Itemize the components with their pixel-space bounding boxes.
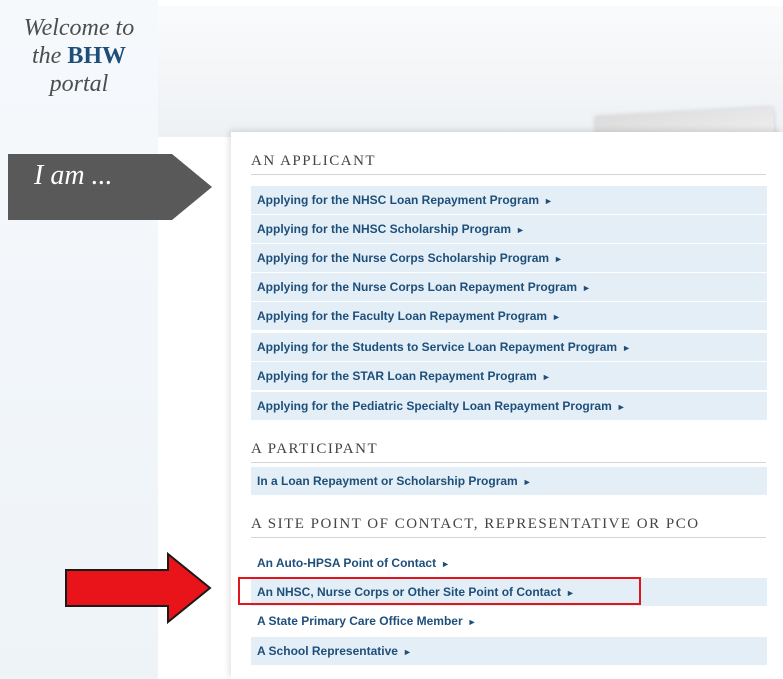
play-arrow-icon: ► <box>522 477 532 487</box>
play-arrow-icon: ► <box>541 372 551 382</box>
section-title-applicant: AN APPLICANT <box>251 153 766 175</box>
link-faculty-loan-repayment[interactable]: Applying for the Faculty Loan Repayment … <box>251 302 767 330</box>
link-auto-hpsa-poc[interactable]: An Auto-HPSA Point of Contact ► <box>251 549 767 577</box>
welcome-line-1: Welcome to <box>23 15 135 41</box>
link-loan-repayment-or-scholarship[interactable]: In a Loan Repayment or Scholarship Progr… <box>251 467 767 495</box>
play-arrow-icon: ► <box>554 254 563 264</box>
play-arrow-icon: ► <box>622 343 631 353</box>
highlight-box <box>238 577 641 605</box>
top-line <box>158 0 783 6</box>
link-students-to-service[interactable]: Applying for the Students to Service Loa… <box>251 333 767 361</box>
link-star-loan-repayment[interactable]: Applying for the STAR Loan Repayment Pro… <box>251 362 767 390</box>
link-nhsc-scholarship[interactable]: Applying for the NHSC Scholarship Progra… <box>251 215 767 243</box>
welcome-line-2: the BHW <box>14 42 144 70</box>
play-arrow-icon: ► <box>402 647 412 657</box>
play-arrow-icon: ► <box>582 283 591 293</box>
link-school-representative[interactable]: A School Representative ► <box>251 637 767 665</box>
play-arrow-icon: ► <box>516 225 525 235</box>
link-pediatric-specialty[interactable]: Applying for the Pediatric Specialty Loa… <box>251 392 767 420</box>
section-title-participant: A PARTICIPANT <box>251 441 766 463</box>
red-pointer-arrow-icon <box>64 551 214 629</box>
welcome-line-3: portal <box>49 71 109 97</box>
play-arrow-icon: ► <box>616 402 626 412</box>
play-arrow-icon: ► <box>544 196 553 206</box>
section-title-site: A SITE POINT OF CONTACT, REPRESENTATIVE … <box>251 516 766 538</box>
link-nurse-corps-loan-repayment[interactable]: Applying for the Nurse Corps Loan Repaym… <box>251 273 767 301</box>
play-arrow-icon: ► <box>467 617 477 627</box>
link-state-pco-member[interactable]: A State Primary Care Office Member ► <box>251 607 767 635</box>
link-nurse-corps-scholarship[interactable]: Applying for the Nurse Corps Scholarship… <box>251 244 767 272</box>
welcome-the: the <box>31 43 62 69</box>
play-arrow-icon: ► <box>441 559 451 569</box>
brand-name: BHW <box>67 43 126 69</box>
link-nhsc-loan-repayment[interactable]: Applying for the NHSC Loan Repayment Pro… <box>251 186 767 214</box>
welcome-heading: Welcome to the BHW portal <box>14 14 144 98</box>
play-arrow-icon: ► <box>552 312 561 322</box>
iam-label: I am ... <box>34 160 113 191</box>
